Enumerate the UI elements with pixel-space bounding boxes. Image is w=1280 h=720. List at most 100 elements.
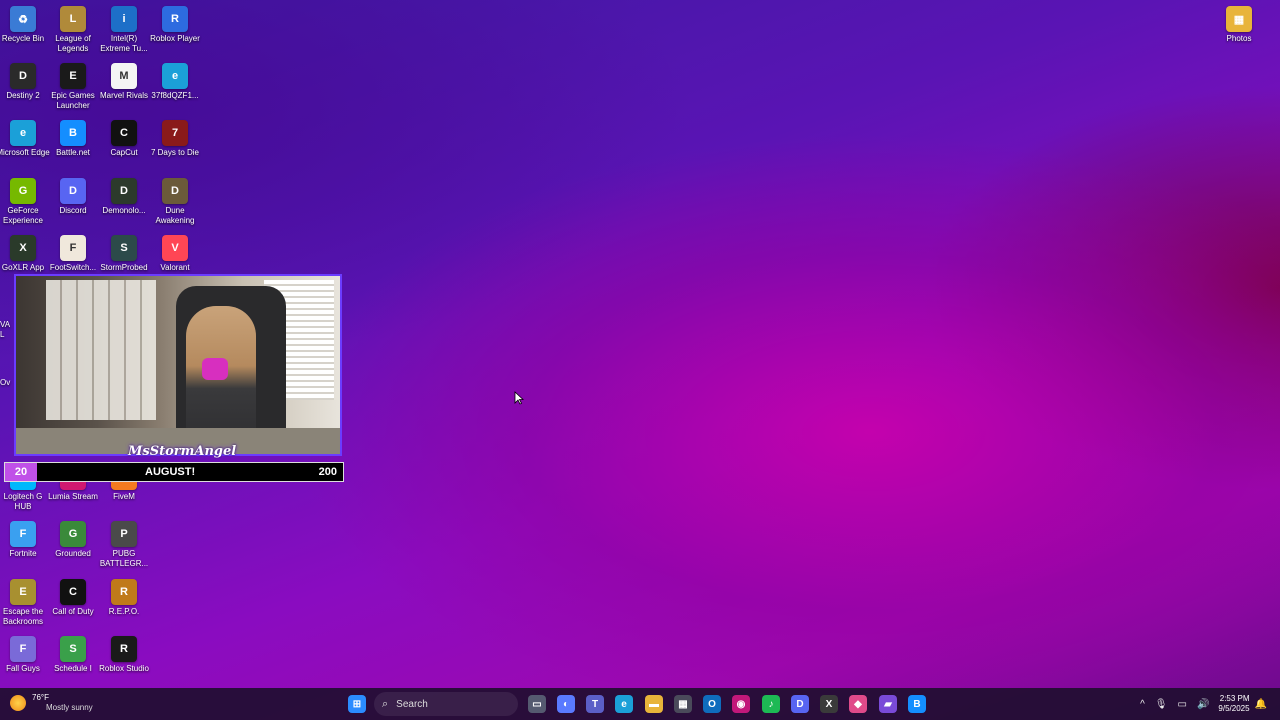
store-icon[interactable]: ▦ [674,695,692,713]
footswitch-icon: F [60,235,86,261]
desktop-shortcut[interactable]: i Intel(R) Extreme Tu... [99,6,149,54]
desktop-shortcut-label: Call of Duty [52,607,94,616]
desktop-shortcut[interactable]: D Destiny 2 [0,63,48,101]
weather-widget[interactable]: 76°F Mostly sunny [10,693,93,713]
webcam-overlay [14,274,342,456]
demonologist-icon: D [111,178,137,204]
desktop-shortcut[interactable]: G Grounded [48,521,98,559]
copilot-icon[interactable]: ◐ [557,695,575,713]
goal-title: AUGUST! [145,466,196,478]
desktop-shortcut[interactable]: E Escape the Backrooms [0,579,48,627]
desktop-shortcut[interactable]: B Battle.net [48,120,98,158]
desktop-shortcut[interactable]: S StormProbed [99,235,149,273]
desktop-shortcut-label: Marvel Rivals [99,91,148,100]
desktop-shortcut[interactable]: S Schedule I [48,636,98,674]
desktop-shortcut-label: GeForce Experience [2,206,44,225]
desktop-shortcut[interactable]: X GoXLR App [0,235,48,273]
desktop-shortcut[interactable]: M Marvel Rivals [99,63,149,101]
desktop-shortcut-label: Schedule I [54,664,92,673]
desktop-shortcut[interactable]: C Call of Duty [48,579,98,617]
seven-days-icon: 7 [162,120,188,146]
desktop-shortcut[interactable]: F Fortnite [0,521,48,559]
desktop-shortcut-label: Escape the Backrooms [2,607,44,626]
goxlr-icon: X [10,235,36,261]
desktop-shortcut[interactable]: D Demonolo... [99,178,149,216]
battlenet-taskbar-icon[interactable]: B [908,695,926,713]
volume-icon[interactable]: 🔊 [1197,699,1209,710]
mouse-cursor-icon [514,391,524,405]
colorful-app-icon[interactable]: ◆ [849,695,867,713]
lumia-taskbar-icon[interactable]: ◉ [732,695,750,713]
network-icon[interactable]: ▭ [1178,699,1187,710]
desktop-shortcut[interactable]: D Dune Awakening [150,178,200,226]
desktop-shortcut-label: FiveM [113,492,135,501]
desktop-shortcut[interactable]: R Roblox Player [150,6,200,44]
desktop-shortcut-label: FootSwitch... [49,263,97,272]
desktop-shortcut-label: VAL [0,320,11,339]
desktop-shortcut[interactable]: G GeForce Experience [0,178,48,226]
fallguys-icon: F [10,636,36,662]
desktop-shortcut-label: PUBG BATTLEGR... [99,549,149,568]
desktop-shortcut[interactable]: F Fall Guys [0,636,48,674]
desktop-shortcut-label: Epic Games Launcher [51,91,95,110]
clock[interactable]: 2:53 PM 9/5/2025 [1218,694,1249,714]
sun-icon [10,695,26,711]
intel-icon: i [111,6,137,32]
fortnite-icon: F [10,521,36,547]
photos-folder-icon: ▦ [1226,6,1252,32]
desktop-shortcut-label: CapCut [110,148,138,157]
roblox-icon: R [162,6,188,32]
xbox-icon[interactable]: X [820,695,838,713]
desktop-shortcut[interactable]: R Roblox Studio [99,636,149,674]
desktop-shortcut[interactable]: E Epic Games Launcher [48,63,98,111]
notification-icon[interactable]: 🔔 [1255,699,1267,710]
taskview-icon[interactable]: ▭ [528,695,546,713]
desktop-shortcut-label: Logitech G HUB [3,492,43,511]
repo-icon: R [111,579,137,605]
clapper-icon[interactable]: ▰ [879,695,897,713]
desktop-shortcut-partial[interactable]: VAL [0,318,14,340]
desktop-shortcut[interactable]: ▦ Photos [1214,6,1264,44]
desktop-shortcut-label: 37f8dQZF1... [151,91,199,100]
dune-icon: D [162,178,188,204]
desktop-shortcut-label: Dune Awakening [155,206,195,225]
edge-taskbar-icon[interactable]: e [615,695,633,713]
teams-icon[interactable]: T [586,695,604,713]
desktop-shortcut[interactable]: V Valorant [150,235,200,273]
desktop-shortcut-label: Microsoft Edge [0,148,50,157]
discord-taskbar-icon[interactable]: D [791,695,809,713]
pubg-icon: P [111,521,137,547]
desktop-shortcut[interactable]: e Microsoft Edge [0,120,50,158]
start-button[interactable]: ⊞ [348,695,366,713]
desktop-shortcut[interactable]: P PUBG BATTLEGR... [99,521,149,569]
desktop-shortcut[interactable]: D Discord [48,178,98,216]
search-icon: ⌕ [382,697,389,710]
outlook-icon[interactable]: O [703,695,721,713]
desktop-shortcut-label: Photos [1226,34,1252,43]
webcam-background [46,280,156,420]
search-placeholder: Search [396,698,428,710]
battlenet-icon: B [60,120,86,146]
spotify-icon[interactable]: ♪ [762,695,780,713]
goal-target: 200 [318,466,337,478]
cod-icon: C [60,579,86,605]
epic-games-icon: E [60,63,86,89]
weather-condition: Mostly sunny [46,703,93,712]
capcut-icon: C [111,120,137,146]
taskbar-search[interactable]: ⌕ Search [374,692,518,716]
edge-icon: e [10,120,36,146]
file-explorer-icon[interactable]: ▬ [645,695,663,713]
desktop-shortcut-label: Valorant [160,263,190,272]
desktop-shortcut[interactable]: 7 7 Days to Die [150,120,200,158]
desktop-shortcut[interactable]: F FootSwitch... [48,235,98,273]
microphone-icon[interactable]: 🎙 [1155,699,1168,710]
tray-overflow-icon[interactable]: ^ [1140,699,1145,710]
system-tray: ^ 🎙 ▭ 🔊 2:53 PM 9/5/2025 🔔 [1135,688,1272,720]
destiny-icon: D [10,63,36,89]
desktop-shortcut[interactable]: C CapCut [99,120,149,158]
desktop-shortcut[interactable]: R R.E.P.O. [99,579,149,617]
desktop-shortcut[interactable]: L League of Legends [48,6,98,54]
desktop-shortcut[interactable]: e 37f8dQZF1... [150,63,200,101]
desktop-shortcut-partial[interactable]: Ov [0,376,14,388]
desktop-shortcut[interactable]: ♻ Recycle Bin [0,6,48,44]
